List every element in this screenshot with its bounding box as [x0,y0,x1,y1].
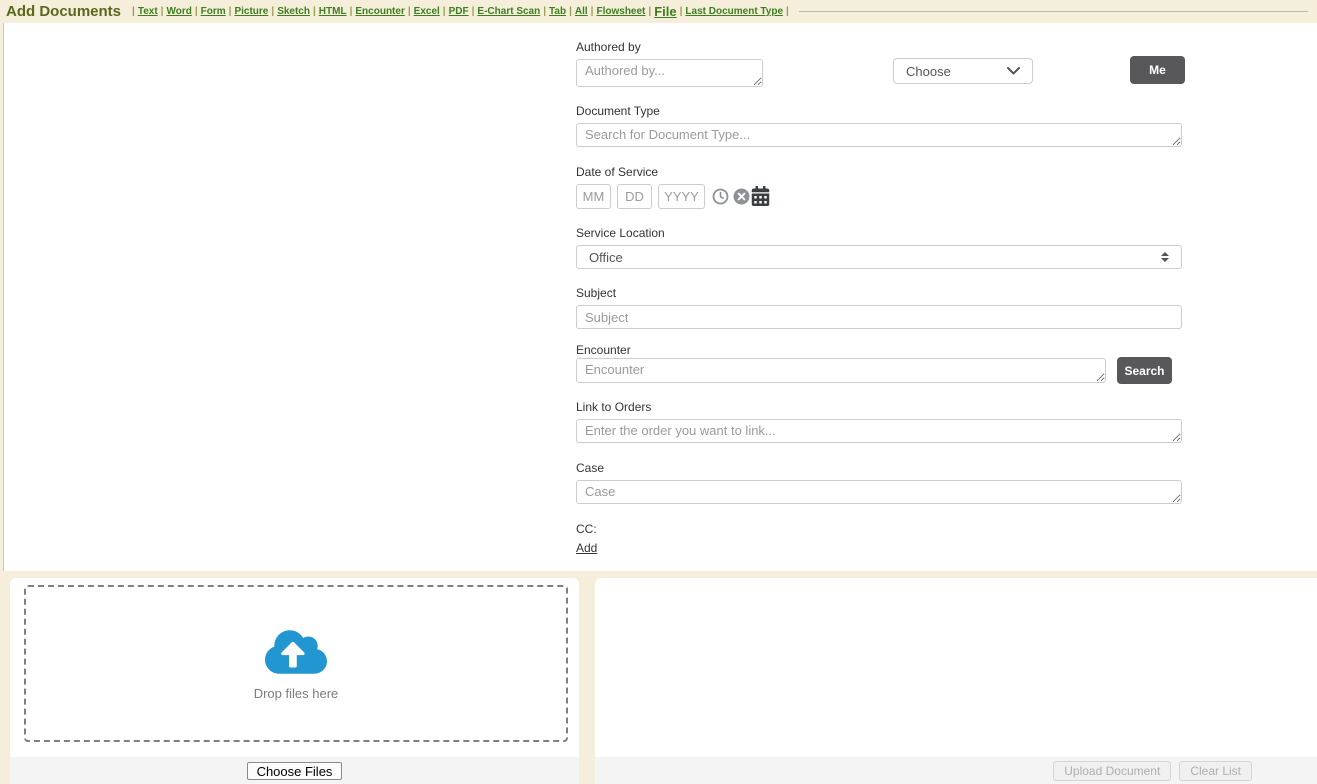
search-button[interactable]: Search [1117,357,1172,384]
encounter-label: Encounter [576,343,631,357]
link-separator: | [472,6,475,17]
case-input[interactable] [576,480,1182,504]
service-location-value: Office [589,250,1161,265]
cc-add-link[interactable]: Add [576,541,597,555]
cc-label: CC: [576,522,597,536]
link-separator: | [786,6,789,17]
link-encounter[interactable]: Encounter [355,6,404,17]
month-input[interactable] [576,184,611,209]
link-separator: | [195,6,198,17]
link-separator: | [350,6,353,17]
select-updown-icon [1161,252,1169,262]
header-divider-line [799,11,1308,12]
link-separator: | [313,6,316,17]
left-edge-line [3,23,4,571]
service-location-select[interactable]: Office [576,245,1182,269]
link-html[interactable]: HTML [319,6,347,17]
document-type-input[interactable] [576,123,1182,147]
upload-section: Drop files here Choose Files Upload Docu… [0,571,1317,784]
link-separator: | [591,6,594,17]
link-pdf[interactable]: PDF [449,6,469,17]
subject-input[interactable] [576,305,1182,329]
link-separator: | [271,6,274,17]
page-title: Add Documents [6,3,121,20]
choose-files-button[interactable]: Choose Files [247,762,343,780]
drop-files-text: Drop files here [254,686,339,701]
link-separator: | [569,6,572,17]
file-dropzone[interactable]: Drop files here [24,585,568,742]
link-text[interactable]: Text [138,6,158,17]
link-tab[interactable]: Tab [549,6,566,17]
clock-icon[interactable] [712,188,729,205]
document-type-label: Document Type [576,104,660,118]
choose-files-bar: Choose Files [10,757,579,784]
authored-by-input[interactable] [576,59,763,87]
link-to-orders-input[interactable] [576,419,1182,443]
link-picture[interactable]: Picture [234,6,268,17]
link-separator: | [443,6,446,17]
link-flowsheet[interactable]: Flowsheet [596,6,645,17]
file-list-panel: Upload Document Clear List [595,578,1317,784]
link-separator: | [132,6,135,17]
link-all[interactable]: All [575,6,588,17]
link-separator: | [408,6,411,17]
link-word[interactable]: Word [166,6,191,17]
clear-list-button[interactable]: Clear List [1179,761,1252,781]
me-button[interactable]: Me [1130,56,1185,84]
link-file-active[interactable]: File [654,4,676,19]
header-bar: Add Documents |Text |Word |Form |Picture… [0,0,1317,23]
service-location-label: Service Location [576,226,665,240]
link-excel[interactable]: Excel [414,6,440,17]
choose-dropdown-value: Choose [906,64,1007,79]
chevron-down-icon [1007,67,1020,75]
file-drop-panel: Drop files here Choose Files [10,578,579,784]
clear-date-icon[interactable] [733,188,750,205]
link-sketch[interactable]: Sketch [277,6,310,17]
cloud-upload-icon [265,627,327,677]
day-input[interactable] [617,184,652,209]
year-input[interactable] [658,184,705,209]
upload-document-button[interactable]: Upload Document [1053,761,1171,781]
link-last-document-type[interactable]: Last Document Type [685,6,783,17]
link-echart-scan[interactable]: E-Chart Scan [477,6,540,17]
link-separator: | [161,6,164,17]
case-label: Case [576,461,604,475]
link-separator: | [229,6,232,17]
link-form[interactable]: Form [201,6,226,17]
document-type-links: |Text |Word |Form |Picture |Sketch |HTML… [129,4,792,19]
upload-actions-bar: Upload Document Clear List [595,757,1317,784]
authored-by-label: Authored by [576,40,641,54]
encounter-input[interactable] [576,358,1106,383]
calendar-icon[interactable] [751,186,770,206]
subject-label: Subject [576,286,616,300]
link-separator: | [648,6,651,17]
link-separator: | [680,6,683,17]
choose-dropdown[interactable]: Choose [893,58,1033,84]
date-of-service-label: Date of Service [576,165,658,179]
link-separator: | [543,6,546,17]
link-to-orders-label: Link to Orders [576,400,651,414]
